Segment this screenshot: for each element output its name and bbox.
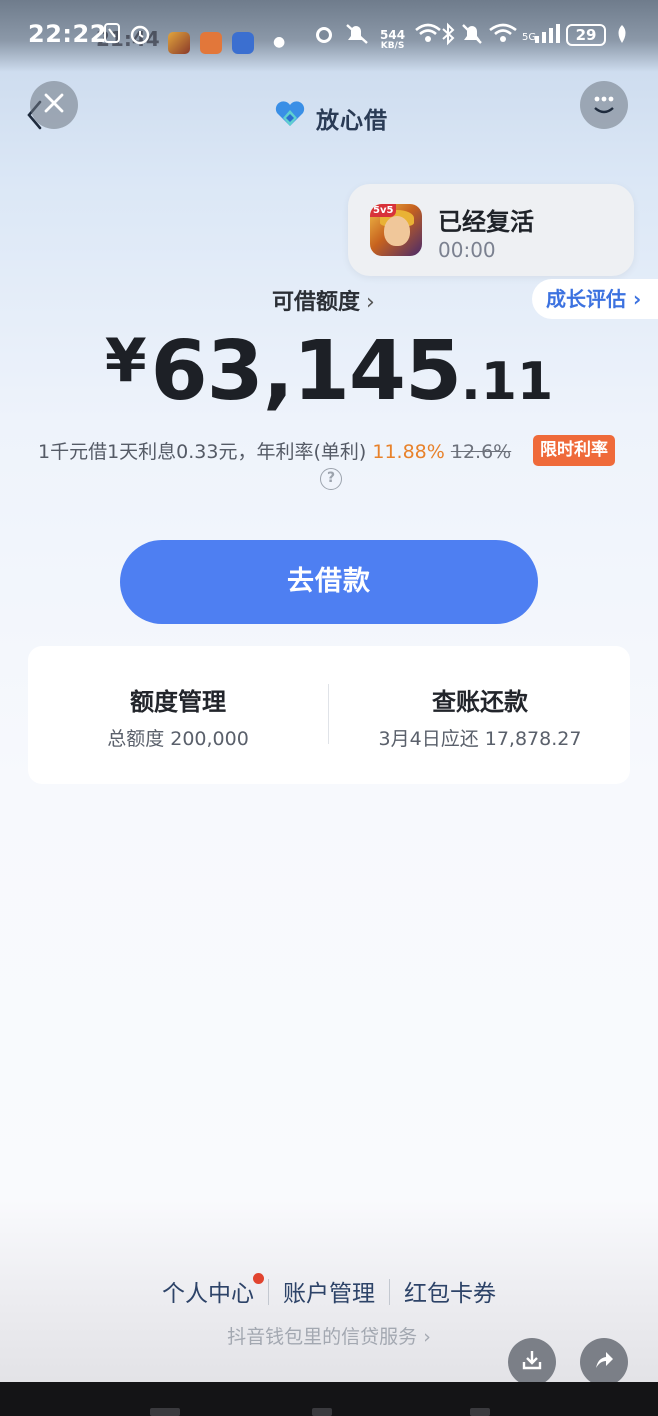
available-credit-amount: ¥63,145.11	[0, 324, 658, 419]
bill-repayment-title: 查账还款	[432, 688, 528, 716]
status-bar: 21:44 22:22 ● 544 KB/S 5G 29	[0, 0, 658, 72]
close-button[interactable]	[30, 81, 78, 129]
bluetooth-icon	[440, 22, 456, 51]
notification-dot	[253, 1273, 264, 1284]
dot-icon: ●	[273, 34, 286, 50]
game-avatar-icon: 5v5	[370, 204, 422, 256]
credit-label: 可借额度	[272, 290, 361, 315]
credit-management-title: 额度管理	[130, 688, 226, 716]
wifi-icon-2	[488, 22, 518, 49]
signal-icon	[534, 22, 560, 49]
limited-rate-badge: 限时利率	[533, 435, 615, 466]
amount-integer: 63,145	[150, 324, 462, 419]
personal-center-link[interactable]: 个人中心	[148, 1273, 268, 1308]
footer-links: 个人中心 账户管理 红包卡券	[0, 1273, 658, 1308]
app-logo-icon	[274, 100, 306, 128]
game-app-icon	[168, 32, 190, 54]
coupons-link[interactable]: 红包卡券	[390, 1274, 510, 1308]
battery-indicator: 29	[566, 24, 606, 46]
network-speed: 544 KB/S	[380, 28, 406, 51]
current-rate: 11.88%	[372, 441, 445, 463]
app-icon-orange	[200, 32, 222, 54]
floating-card-timer: 00:00	[438, 238, 496, 262]
repayment-due-text: 3月4日应还 17,878.27	[378, 728, 582, 750]
share-button[interactable]	[580, 1338, 628, 1386]
leaf-icon	[614, 22, 630, 51]
management-card: 额度管理 总额度 200,000 查账还款 3月4日应还 17,878.27	[28, 646, 630, 784]
more-button[interactable]	[580, 81, 628, 129]
do-not-disturb-icon	[460, 22, 484, 51]
currency-symbol: ¥	[104, 326, 147, 396]
interest-rate-line: 1千元借1天利息0.33元，年利率(单利) 11.88% 12.6%	[38, 437, 511, 464]
help-icon[interactable]: ?	[320, 468, 342, 490]
more-icon	[589, 88, 619, 122]
wifi-icon	[414, 22, 442, 49]
total-credit-text: 总额度 200,000	[107, 728, 249, 750]
app-icon-blue	[232, 32, 254, 54]
credit-management-entry[interactable]: 额度管理 总额度 200,000	[28, 646, 328, 784]
growth-assessment-label: 成长评估	[546, 287, 626, 311]
floating-game-card[interactable]: 5v5 已经复活 00:00	[348, 184, 634, 276]
download-icon	[520, 1348, 544, 1376]
status-time: 22:22	[28, 20, 107, 48]
amount-decimal: .11	[461, 352, 554, 412]
nav-back-hint[interactable]	[470, 1408, 490, 1416]
nfc-icon	[104, 22, 120, 49]
chevron-right-icon: ›	[423, 1326, 431, 1348]
alarm-icon	[128, 22, 152, 51]
credit-label-link[interactable]: 可借额度 ›	[272, 284, 375, 316]
share-icon	[592, 1348, 616, 1376]
divider	[328, 684, 329, 744]
original-rate: 12.6%	[450, 441, 512, 463]
borrow-button[interactable]: 去借款	[120, 540, 538, 624]
nav-menu-hint[interactable]	[150, 1408, 180, 1416]
chevron-right-icon: ›	[632, 287, 642, 311]
growth-assessment-button[interactable]: 成长评估 ›	[532, 279, 658, 319]
credit-service-note[interactable]: 抖音钱包里的信贷服务 ›	[0, 1322, 658, 1349]
interest-rate-text: 1千元借1天利息0.33元，年利率(单利)	[38, 441, 373, 463]
close-icon	[43, 92, 65, 118]
floating-card-title: 已经复活	[438, 208, 534, 236]
download-button[interactable]	[508, 1338, 556, 1386]
app-title: 放心借	[316, 108, 388, 134]
bill-repayment-entry[interactable]: 查账还款 3月4日应还 17,878.27	[330, 646, 630, 784]
mute-icon	[344, 22, 370, 51]
alarm-clock-icon	[312, 22, 336, 51]
account-management-link[interactable]: 账户管理	[269, 1274, 389, 1308]
chevron-right-icon: ›	[366, 290, 375, 315]
nav-home-hint[interactable]	[312, 1408, 332, 1416]
